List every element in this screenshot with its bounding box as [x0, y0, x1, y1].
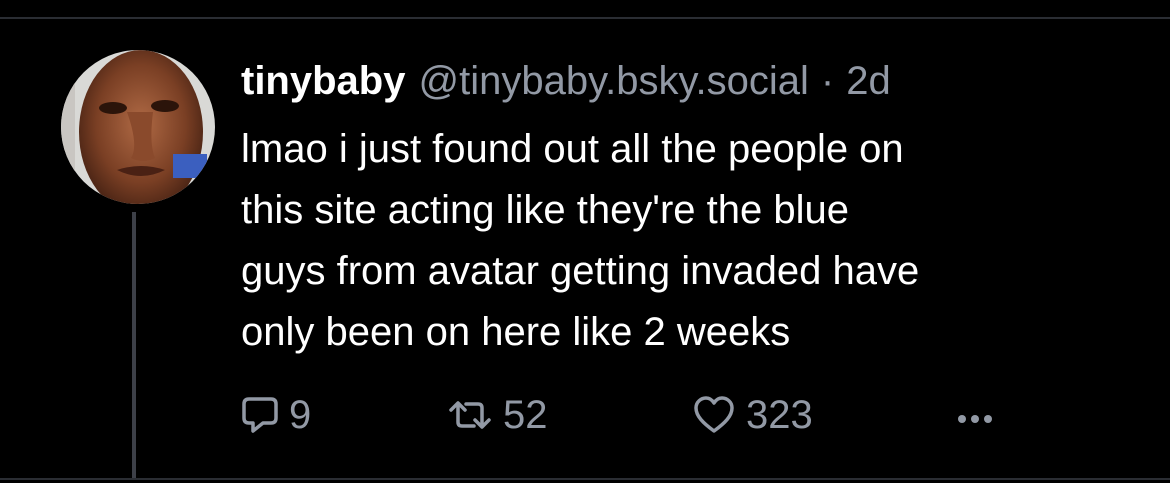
like-count: 323	[746, 392, 813, 437]
thread-line	[132, 212, 136, 478]
post-text-line: guys from avatar getting invaded have	[241, 249, 920, 293]
top-divider	[0, 17, 1170, 19]
handle[interactable]: @tinybaby.bsky.social	[418, 56, 808, 106]
like-button[interactable]: 323	[692, 390, 813, 440]
repost-count: 52	[503, 392, 548, 437]
post-text-line: only been on here like 2 weeks	[241, 310, 791, 354]
heart-outline-icon	[694, 396, 734, 433]
speech-bubble-icon	[242, 397, 278, 433]
separator-dot: ·	[820, 59, 835, 103]
avatar[interactable]	[61, 50, 215, 204]
ellipsis-icon	[958, 415, 992, 423]
post-text: lmao i just found out all the people on …	[241, 119, 1141, 363]
avatar-image	[61, 50, 215, 204]
repost-arrows-icon	[449, 401, 491, 429]
reply-count: 9	[289, 392, 312, 437]
reply-button[interactable]: 9	[241, 390, 311, 440]
post-header: tinybaby @tinybaby.bsky.social · 2d	[241, 56, 891, 106]
bottom-divider	[0, 478, 1170, 480]
post-text-line: lmao i just found out all the people on	[241, 127, 904, 171]
display-name[interactable]: tinybaby	[241, 56, 405, 106]
post-text-line: this site acting like they're the blue	[241, 188, 849, 232]
repost-button[interactable]: 52	[447, 390, 548, 440]
timestamp[interactable]: 2d	[846, 56, 891, 106]
more-options-button[interactable]	[955, 390, 995, 440]
